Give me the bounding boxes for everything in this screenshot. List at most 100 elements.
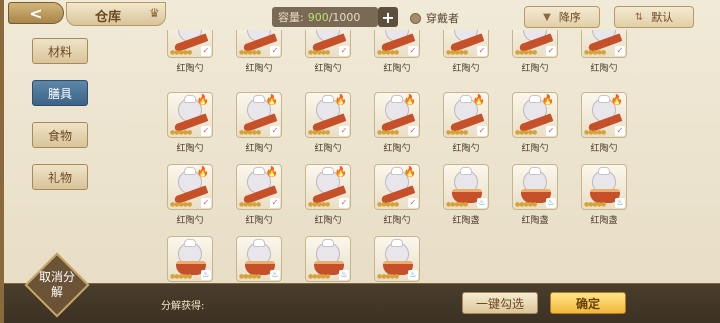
item-slot[interactable]: 🔥✓●●●●● 红陶勺 bbox=[233, 92, 285, 154]
item-slot[interactable]: 🔥✓●●●●● 红陶勺 bbox=[371, 92, 423, 154]
chef-hat-icon bbox=[460, 167, 472, 175]
item-slot[interactable]: ♨●●●●●红陶盏 bbox=[440, 164, 492, 226]
tab-label: 膳具 bbox=[47, 86, 72, 101]
item-card[interactable]: 🔥✓●●●●● bbox=[305, 92, 351, 138]
rarity-stars-icon: ●●●●● bbox=[377, 273, 399, 280]
item-card[interactable]: 🔥✓●●●●● bbox=[512, 92, 558, 138]
item-slot[interactable]: 🔥✓●●●●●红陶勺 bbox=[440, 30, 492, 74]
category-badge-icon: ♨ bbox=[270, 270, 280, 280]
item-card[interactable]: 🔥✓●●●●● bbox=[236, 92, 282, 138]
item-card[interactable]: ♨ ●●●●● bbox=[167, 236, 213, 282]
crown-icon: ♛ bbox=[149, 6, 160, 20]
selected-check-icon: ✓ bbox=[201, 46, 211, 56]
item-slot[interactable]: 🔥✓●●●●●红陶勺 bbox=[509, 30, 561, 74]
bottom-bar: 分解获得: 一键勾选 确定 bbox=[4, 283, 720, 323]
item-name: 红陶勺 bbox=[383, 144, 411, 154]
item-card[interactable]: 🔥✓●●●●● bbox=[167, 30, 213, 58]
item-slot[interactable]: ♨●●●●● 红陶盏 bbox=[578, 164, 630, 226]
item-card[interactable]: ♨ ●●●●● bbox=[305, 236, 351, 282]
item-card[interactable]: 🔥✓●●●●● bbox=[374, 164, 420, 210]
item-slot[interactable]: ♨●●●●●红陶盏 bbox=[509, 164, 561, 226]
category-badge-icon: ♨ bbox=[339, 270, 349, 280]
item-card[interactable]: 🔥✓●●●●● bbox=[443, 92, 489, 138]
fire-element-icon: 🔥 bbox=[196, 167, 209, 178]
item-slot[interactable]: 🔥✓●●●●●红陶勺 bbox=[371, 30, 423, 74]
rarity-stars-icon: ●●●●● bbox=[446, 129, 468, 136]
title-tab: 仓库 ♛ bbox=[66, 2, 166, 26]
tab-food[interactable]: 食物 bbox=[32, 122, 88, 148]
item-slot[interactable]: 🔥✓●●●●●红陶勺 bbox=[578, 92, 630, 154]
item-card[interactable]: 🔥✓●●●●● bbox=[305, 164, 351, 210]
fire-element-icon: 🔥 bbox=[334, 95, 347, 106]
selected-check-icon: ✓ bbox=[270, 126, 280, 136]
item-name: 红陶勺 bbox=[452, 144, 480, 154]
tab-gifts[interactable]: 礼物 bbox=[32, 164, 88, 190]
rarity-stars-icon: ●●●●● bbox=[377, 129, 399, 136]
chef-hat-icon bbox=[322, 239, 334, 247]
item-card[interactable]: ♨ ●●●●● bbox=[581, 164, 627, 210]
item-slot[interactable]: 🔥✓●●●●●红陶勺 bbox=[509, 92, 561, 154]
rarity-stars-icon: ●●●●● bbox=[308, 49, 330, 56]
capacity-label: 容量: bbox=[278, 11, 304, 24]
item-name: 红陶勺 bbox=[245, 144, 273, 154]
tab-label: 礼物 bbox=[47, 170, 72, 185]
chef-hat-icon bbox=[598, 167, 610, 175]
item-slot[interactable]: ♨●●●●●红陶盏 bbox=[164, 236, 216, 283]
cancel-decompose-label[interactable]: 取消分解 bbox=[38, 266, 76, 304]
back-button[interactable]: < bbox=[8, 2, 64, 24]
rarity-stars-icon: ●●●●● bbox=[515, 201, 537, 208]
confirm-button[interactable]: 确定 bbox=[550, 292, 626, 314]
item-card[interactable]: 🔥✓●●●●● bbox=[236, 30, 282, 58]
item-slot[interactable]: 🔥✓●●●●●红陶勺 bbox=[302, 30, 354, 74]
item-card[interactable]: 🔥✓●●●●● bbox=[167, 164, 213, 210]
category-badge-icon: ♨ bbox=[615, 198, 625, 208]
fire-element-icon: 🔥 bbox=[265, 167, 278, 178]
tab-materials[interactable]: 材料 bbox=[32, 38, 88, 64]
item-grid: 🔥 ✓ ●●●●● 红陶勺 🔥 ✓ ●●●●● 红陶勺 🔥 ✓ ●●●●● 红陶勺 🔥 ✓ ●●●●● 红陶勺… bbox=[154, 30, 720, 283]
item-slot[interactable]: 🔥✓●●●●●红陶勺 bbox=[578, 30, 630, 74]
item-slot[interactable]: 🔥✓●●●●● 红陶勺 bbox=[302, 92, 354, 154]
item-name: 红陶勺 bbox=[383, 216, 411, 226]
item-slot[interactable]: 🔥✓●●●●●红陶勺 bbox=[164, 30, 216, 74]
item-card[interactable]: 🔥✓●●●●● bbox=[167, 92, 213, 138]
item-slot[interactable]: 🔥✓●●●●●红陶勺 bbox=[164, 164, 216, 226]
item-card[interactable]: ♨ ●●●●● bbox=[236, 236, 282, 282]
wearer-filter-toggle[interactable]: 穿戴者 bbox=[410, 10, 459, 26]
item-slot[interactable]: ♨●●●●●红陶盏 bbox=[233, 236, 285, 283]
item-card[interactable]: ♨ ●●●●● bbox=[443, 164, 489, 210]
selected-check-icon: ✓ bbox=[477, 126, 487, 136]
item-card[interactable]: 🔥✓●●●●● bbox=[374, 92, 420, 138]
item-card[interactable]: 🔥✓●●●●● bbox=[236, 164, 282, 210]
item-card[interactable]: 🔥✓●●●●● bbox=[581, 30, 627, 58]
sort-default-button[interactable]: ⇅ 默认 bbox=[614, 6, 694, 28]
item-card[interactable]: 🔥✓●●●●● bbox=[374, 30, 420, 58]
tab-utensils[interactable]: 膳具 bbox=[32, 80, 88, 106]
item-slot[interactable]: 🔥✓●●●●●红陶勺 bbox=[302, 164, 354, 226]
category-badge-icon: ♨ bbox=[546, 198, 556, 208]
item-slot[interactable]: 🔥✓●●●●● 红陶勺 bbox=[371, 164, 423, 226]
item-slot[interactable]: 🔥✓●●●●●红陶勺 bbox=[164, 92, 216, 154]
item-slot[interactable]: 🔥✓●●●●● 红陶勺 bbox=[233, 30, 285, 74]
sort-desc-button[interactable]: ▼ 降序 bbox=[524, 6, 600, 28]
tab-label: 材料 bbox=[47, 44, 72, 59]
item-card[interactable]: 🔥✓●●●●● bbox=[443, 30, 489, 58]
item-name: 红陶勺 bbox=[314, 144, 342, 154]
item-slot[interactable]: ♨●●●●●红陶盏 bbox=[371, 236, 423, 283]
item-slot[interactable]: ♨●●●●●红陶盏 bbox=[302, 236, 354, 283]
item-name: 红陶勺 bbox=[245, 64, 273, 74]
item-slot[interactable]: 🔥✓●●●●●红陶勺 bbox=[233, 164, 285, 226]
expand-capacity-button[interactable]: + bbox=[378, 7, 398, 27]
rarity-stars-icon: ●●●●● bbox=[584, 129, 606, 136]
selected-check-icon: ✓ bbox=[546, 46, 556, 56]
item-card[interactable]: 🔥✓●●●●● bbox=[581, 92, 627, 138]
item-card[interactable]: 🔥✓●●●●● bbox=[305, 30, 351, 58]
category-badge-icon: ♨ bbox=[477, 198, 487, 208]
item-card[interactable]: 🔥✓●●●●● bbox=[512, 30, 558, 58]
select-all-button[interactable]: 一键勾选 bbox=[462, 292, 538, 314]
item-name: 红陶盏 bbox=[590, 216, 618, 226]
item-card[interactable]: ♨ ●●●●● bbox=[374, 236, 420, 282]
chef-hat-icon bbox=[391, 239, 403, 247]
item-slot[interactable]: 🔥✓●●●●●红陶勺 bbox=[440, 92, 492, 154]
item-card[interactable]: ♨ ●●●●● bbox=[512, 164, 558, 210]
sort-arrows-icon: ⇅ bbox=[634, 11, 644, 23]
